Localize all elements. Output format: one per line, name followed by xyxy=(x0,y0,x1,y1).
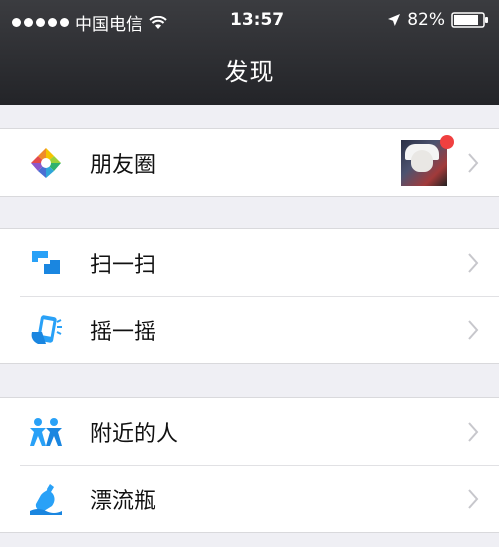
new-moments-badge xyxy=(440,135,454,149)
list-item-shake[interactable]: 摇一摇 xyxy=(0,296,499,363)
list-item-people-nearby[interactable]: 附近的人 xyxy=(0,398,499,465)
top-bar: 中国电信 13:57 82% 发现 xyxy=(0,0,499,105)
status-time: 13:57 xyxy=(230,10,285,30)
status-left: 中国电信 xyxy=(12,10,167,35)
page-title: 发现 xyxy=(224,58,275,86)
drift-bottle-icon xyxy=(30,483,62,515)
nearby-bottle-group: 附近的人 漂流瓶 xyxy=(0,397,499,533)
status-right: 82% xyxy=(387,10,489,30)
signal-strength-icon xyxy=(12,18,69,27)
avatar xyxy=(401,139,447,186)
chevron-right-icon xyxy=(468,421,479,442)
moments-icon xyxy=(31,147,61,178)
drift-bottle-label: 漂流瓶 xyxy=(90,488,157,514)
chevron-right-icon xyxy=(468,252,479,273)
people-nearby-label: 附近的人 xyxy=(90,421,179,447)
battery-icon xyxy=(451,12,488,28)
list-item-moments[interactable]: 朋友圈 xyxy=(0,129,499,196)
scan-icon xyxy=(32,250,60,274)
scan-shake-group: 扫一扫 摇一摇 xyxy=(0,228,499,364)
location-arrow-icon xyxy=(388,14,401,26)
moments-label: 朋友圈 xyxy=(90,152,157,178)
chevron-right-icon xyxy=(468,488,479,509)
chevron-right-icon xyxy=(468,152,479,173)
carrier-label: 中国电信 xyxy=(75,15,143,35)
scan-label: 扫一扫 xyxy=(90,252,157,278)
shake-icon xyxy=(31,314,62,344)
battery-percent: 82% xyxy=(407,10,445,30)
shake-label: 摇一摇 xyxy=(90,319,157,345)
wifi-icon xyxy=(149,15,167,29)
list-item-drift-bottle[interactable]: 漂流瓶 xyxy=(0,465,499,532)
status-bar: 中国电信 13:57 82% xyxy=(0,0,499,40)
list-item-scan[interactable]: 扫一扫 xyxy=(0,229,499,296)
people-nearby-icon xyxy=(30,417,62,446)
chevron-right-icon xyxy=(468,319,479,340)
moments-group: 朋友圈 xyxy=(0,128,499,197)
